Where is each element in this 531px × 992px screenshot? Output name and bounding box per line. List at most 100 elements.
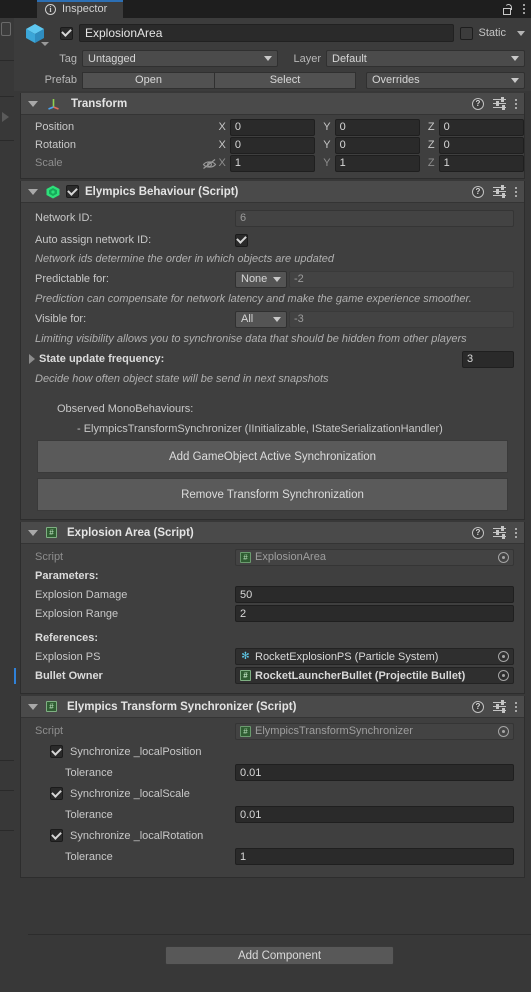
localrotation-tolerance-input[interactable]: 1	[235, 848, 514, 865]
csharp-script-icon: #	[240, 725, 251, 737]
rotation-z-input[interactable]: 0	[438, 136, 524, 154]
synchronize-localposition-checkbox[interactable]	[50, 745, 63, 758]
predictable-for-dropdown[interactable]: None	[235, 270, 287, 288]
help-icon[interactable]: ?	[472, 185, 484, 198]
network-id-label: Network ID:	[35, 212, 93, 224]
kebab-menu-icon[interactable]	[515, 701, 517, 712]
static-checkbox[interactable]	[460, 26, 474, 40]
visible-for-dropdown[interactable]: All	[235, 310, 287, 328]
foldout-arrow-icon[interactable]	[28, 100, 38, 107]
explosion-area-header[interactable]: # Explosion Area (Script) ?	[21, 522, 524, 544]
collapse-arrow-icon[interactable]	[2, 112, 9, 122]
tab-active-underline	[37, 0, 124, 2]
remove-transform-synchronization-button[interactable]: Remove Transform Synchronization	[37, 478, 508, 511]
position-x-input[interactable]: 0	[229, 118, 316, 136]
object-picker-icon[interactable]	[498, 725, 509, 737]
left-strip-button[interactable]	[1, 22, 11, 36]
observed-monobehaviour-text: - ElympicsTransformSynchronizer (IInitia…	[77, 423, 443, 435]
foldout-arrow-icon[interactable]	[28, 529, 38, 536]
component-title: Explosion Area (Script)	[67, 526, 194, 539]
rotation-x-input[interactable]: 0	[229, 136, 316, 154]
gameobject-name-input[interactable]: ExplosionArea	[79, 24, 455, 42]
rotation-label: Rotation	[35, 139, 76, 151]
add-component-button[interactable]: Add Component	[165, 946, 394, 965]
position-y-input[interactable]: 0	[334, 118, 420, 136]
tag-dropdown[interactable]: Untagged	[82, 50, 278, 67]
eye-off-icon[interactable]	[202, 158, 218, 169]
preset-settings-icon[interactable]	[493, 185, 506, 198]
bullet-owner-objectfield[interactable]: # RocketLauncherBullet (Projectile Bulle…	[235, 667, 514, 684]
synchronize-localrotation-checkbox[interactable]	[50, 829, 63, 842]
tab-inspector[interactable]: i Inspector	[37, 0, 124, 18]
foldout-arrow-icon[interactable]	[28, 188, 38, 195]
help-icon[interactable]: ?	[472, 700, 484, 713]
predictable-for-extra-value: -2	[294, 273, 304, 285]
add-component-label: Add Component	[237, 949, 322, 962]
scale-z-input[interactable]: 1	[438, 154, 524, 172]
observed-monobehaviours-label: Observed MonoBehaviours:	[57, 403, 194, 415]
auto-assign-row: Auto assign network ID:	[21, 229, 524, 251]
layer-dropdown[interactable]: Default	[326, 50, 525, 67]
tag-label: Tag	[59, 52, 77, 65]
transform-rotation-row: Rotation X 0 Y 0 Z 0	[21, 136, 524, 154]
rotation-y-input[interactable]: 0	[334, 136, 420, 154]
axis-y-label: Y	[323, 121, 331, 133]
prefab-dropdown-arrow-icon[interactable]	[41, 42, 49, 46]
component-transform: Transform ? Position X 0 Y 0 Z 0 Rotatio…	[20, 93, 525, 179]
position-z-input[interactable]: 0	[438, 118, 524, 136]
gameobject-header: ExplosionArea Static	[14, 18, 531, 48]
add-gameobject-active-synchronization-button[interactable]: Add GameObject Active Synchronization	[37, 440, 508, 473]
preset-settings-icon[interactable]	[493, 97, 506, 110]
visible-for-extra-field: -3	[289, 310, 514, 328]
prefab-select-button[interactable]: Select	[215, 71, 356, 89]
synchronize-localscale-row: Synchronize _localScale	[21, 783, 524, 804]
prefab-row: Prefab Open Select Overrides	[14, 69, 531, 91]
transform-header[interactable]: Transform ?	[21, 93, 524, 115]
object-picker-icon[interactable]	[498, 551, 509, 563]
foldout-arrow-icon[interactable]	[28, 703, 38, 710]
help-icon[interactable]: ?	[472, 97, 484, 110]
scale-y-value: 1	[339, 157, 346, 169]
explosion-range-input[interactable]: 2	[235, 605, 514, 622]
csharp-script-icon: #	[46, 701, 57, 712]
component-title: Elympics Transform Synchronizer (Script)	[67, 700, 297, 713]
unlocked-padlock-icon[interactable]	[503, 3, 512, 15]
scale-x-input[interactable]: 1	[229, 154, 316, 172]
prefab-open-button[interactable]: Open	[82, 71, 215, 89]
component-enable-checkbox[interactable]	[66, 185, 79, 198]
gameobject-active-checkbox[interactable]	[60, 26, 73, 40]
prefab-select-label: Select	[269, 74, 301, 86]
static-label: Static	[478, 27, 506, 39]
kebab-menu-icon[interactable]	[515, 98, 517, 109]
blue-cube-prefab-icon[interactable]	[24, 22, 49, 46]
preset-settings-icon[interactable]	[493, 526, 506, 539]
static-dropdown-arrow-icon[interactable]	[517, 30, 525, 36]
localscale-tolerance-row: Tolerance 0.01	[21, 804, 524, 825]
object-picker-icon[interactable]	[498, 670, 509, 681]
elympics-behaviour-header[interactable]: Elympics Behaviour (Script) ?	[21, 181, 524, 203]
explosion-ps-objectfield[interactable]: ✻ RocketExplosionPS (Particle System)	[235, 648, 514, 665]
localposition-tolerance-input[interactable]: 0.01	[235, 764, 514, 781]
auto-assign-checkbox[interactable]	[235, 233, 248, 247]
transform-scale-row: Scale X 1 Y 1 Z 1	[21, 154, 524, 172]
prefab-open-label: Open	[135, 74, 162, 86]
transform-body: Position X 0 Y 0 Z 0 Rotation X 0 Y 0 Z …	[21, 115, 524, 178]
kebab-menu-icon[interactable]	[523, 4, 525, 14]
elympics-transform-synchronizer-body: Script # ElympicsTransformSynchronizer S…	[21, 718, 524, 877]
prefab-overrides-dropdown[interactable]: Overrides	[366, 71, 525, 89]
explosion-damage-input[interactable]: 50	[235, 586, 514, 603]
object-picker-icon[interactable]	[498, 651, 509, 662]
state-update-frequency-input[interactable]: 3	[462, 350, 514, 368]
synchronize-localscale-checkbox[interactable]	[50, 787, 63, 800]
foldout-arrow-icon[interactable]	[29, 354, 35, 364]
localscale-tolerance-input[interactable]: 0.01	[235, 806, 514, 823]
scale-x-value: 1	[234, 157, 241, 169]
help-icon[interactable]: ?	[472, 526, 484, 539]
scale-y-input[interactable]: 1	[334, 154, 420, 172]
elympics-transform-synchronizer-header[interactable]: # Elympics Transform Synchronizer (Scrip…	[21, 696, 524, 718]
preset-settings-icon[interactable]	[493, 700, 506, 713]
kebab-menu-icon[interactable]	[515, 527, 517, 538]
elympics-green-gem-icon	[46, 185, 60, 198]
kebab-menu-icon[interactable]	[515, 186, 517, 197]
bullet-owner-value: RocketLauncherBullet (Projectile Bullet)	[255, 669, 466, 682]
